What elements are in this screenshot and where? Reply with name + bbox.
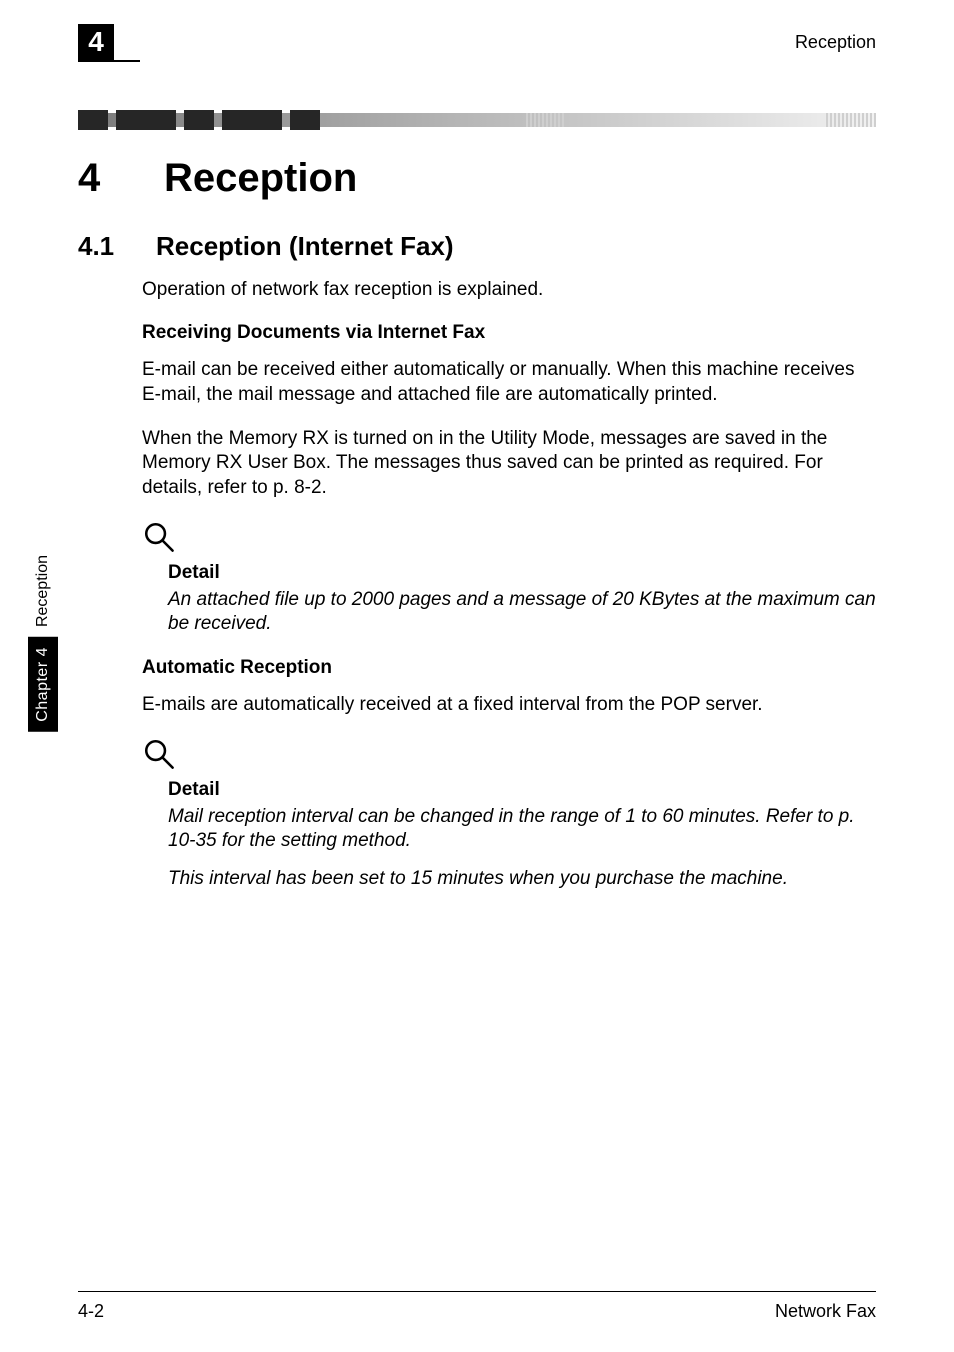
page: 4 Reception Reception Chapter 4 4 Recept… bbox=[0, 0, 954, 1352]
magnifier-icon bbox=[142, 737, 876, 777]
detail-text-2b: This interval has been set to 15 minutes… bbox=[168, 867, 876, 891]
page-header: 4 Reception bbox=[0, 24, 954, 64]
section-title-text: Reception (Internet Fax) bbox=[156, 231, 454, 262]
footer-page-number: 4-2 bbox=[78, 1301, 104, 1322]
side-tab-chapter: Chapter 4 bbox=[28, 637, 58, 732]
subheading-receiving: Receiving Documents via Internet Fax bbox=[142, 322, 876, 344]
side-tab-section: Reception bbox=[32, 545, 54, 637]
chapter-number-badge: 4 bbox=[78, 24, 114, 62]
detail-text-2a: Mail reception interval can be changed i… bbox=[168, 805, 876, 854]
detail-label-1: Detail bbox=[168, 562, 876, 584]
intro-paragraph: Operation of network fax reception is ex… bbox=[142, 278, 876, 302]
decorative-bar bbox=[78, 110, 876, 130]
chapter-title-row: 4 Reception bbox=[142, 156, 876, 201]
magnifier-icon bbox=[142, 520, 876, 560]
chapter-title-number: 4 bbox=[78, 156, 128, 201]
receiving-paragraph-1: E-mail can be received either automatica… bbox=[142, 358, 876, 407]
receiving-paragraph-2: When the Memory RX is turned on in the U… bbox=[142, 427, 876, 500]
chapter-number: 4 bbox=[88, 26, 104, 58]
detail-label-2: Detail bbox=[168, 779, 876, 801]
detail-text-1: An attached file up to 2000 pages and a … bbox=[168, 588, 876, 637]
automatic-paragraph-1: E-mails are automatically received at a … bbox=[142, 693, 876, 717]
detail-block-2: Detail Mail reception interval can be ch… bbox=[142, 737, 876, 892]
detail-block-1: Detail An attached file up to 2000 pages… bbox=[142, 520, 876, 637]
header-section-name: Reception bbox=[795, 32, 876, 53]
chapter-title-text: Reception bbox=[164, 156, 357, 201]
footer-document-name: Network Fax bbox=[775, 1301, 876, 1322]
footer-rule bbox=[78, 1291, 876, 1292]
subheading-automatic: Automatic Reception bbox=[142, 657, 876, 679]
chapter-underline bbox=[78, 60, 140, 62]
content-area: 4 Reception 4.1 Reception (Internet Fax)… bbox=[142, 150, 876, 912]
section-title-row: 4.1 Reception (Internet Fax) bbox=[142, 231, 876, 262]
side-tab: Reception Chapter 4 bbox=[26, 502, 60, 732]
section-title-number: 4.1 bbox=[78, 231, 128, 262]
